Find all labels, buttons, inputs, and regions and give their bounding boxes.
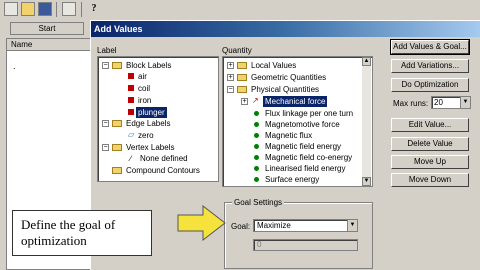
tree-item-geometric-quantities[interactable]: Geometric Quantities <box>251 72 326 83</box>
tree-item-magnetic-field-energy[interactable]: Magnetic field energy <box>265 141 341 152</box>
callout-box: Define the goal of optimization <box>12 210 152 256</box>
tree-item-local-values[interactable]: Local Values <box>251 60 296 71</box>
block-icon <box>128 73 134 79</box>
label-header: Label <box>97 46 117 55</box>
tree-item-magnetomotive-force[interactable]: Magnetomotive force <box>265 119 340 130</box>
copy-icon[interactable] <box>62 2 76 16</box>
add-values-goal-button[interactable]: Add Values & Goal... <box>390 39 470 55</box>
collapse-icon[interactable]: − <box>102 62 109 69</box>
quantity-dot-icon <box>254 177 259 182</box>
tree-item-edge-labels[interactable]: Edge Labels <box>126 118 170 129</box>
do-optimization-button[interactable]: Do Optimization <box>391 78 469 92</box>
delete-value-button[interactable]: Delete Value <box>391 137 469 151</box>
block-icon <box>128 97 134 103</box>
scroll-up-icon[interactable]: ▲ <box>362 57 371 66</box>
force-icon: ↗ <box>252 96 259 105</box>
collapse-icon[interactable]: − <box>102 120 109 127</box>
tree-item-linearised-field-energy[interactable]: Linearised field energy <box>265 163 346 174</box>
list-item[interactable]: . <box>13 61 16 71</box>
name-column-header[interactable]: Name <box>7 39 91 51</box>
tree-item-block-labels[interactable]: Block Labels <box>126 60 171 71</box>
help-icon[interactable]: ? <box>87 2 101 16</box>
toolbar-separator <box>56 2 57 17</box>
folder-icon <box>237 86 247 93</box>
expand-icon[interactable]: + <box>227 62 234 69</box>
expand-icon[interactable]: + <box>241 98 248 105</box>
open-folder-icon[interactable] <box>21 2 35 16</box>
dialog-title: Add Values <box>91 21 480 37</box>
folder-icon <box>237 74 247 81</box>
tree-item-physical-quantities[interactable]: Physical Quantities <box>251 84 319 95</box>
max-runs-label: Max runs: <box>393 99 429 108</box>
quantity-dot-icon <box>254 155 259 160</box>
goal-value-field[interactable]: 0 <box>253 239 358 251</box>
tree-item-iron[interactable]: iron <box>138 95 151 106</box>
scroll-down-icon[interactable]: ▼ <box>362 177 371 186</box>
tree-item-coil[interactable]: coil <box>138 83 150 94</box>
folder-icon <box>112 144 122 151</box>
tree-item-surface-energy[interactable]: Surface energy <box>265 174 319 185</box>
max-runs-value: 20 <box>434 98 443 107</box>
tree-item-flux-linkage[interactable]: Flux linkage per one turn <box>265 108 353 119</box>
add-variations-button[interactable]: Add Variations... <box>391 59 469 73</box>
toolbar-separator <box>81 2 82 17</box>
chevron-down-icon[interactable]: ▼ <box>347 220 357 231</box>
edit-value-button[interactable]: Edit Value... <box>391 118 469 132</box>
toolbar: ? <box>0 0 480 20</box>
save-icon[interactable] <box>38 2 52 16</box>
collapse-icon[interactable]: − <box>227 86 234 93</box>
quantity-dot-icon <box>254 144 259 149</box>
quantity-tree[interactable]: + Local Values + Geometric Quantities − … <box>222 56 373 187</box>
quantity-header: Quantity <box>222 46 252 55</box>
collapse-icon[interactable]: − <box>102 144 109 151</box>
tree-item-magnetic-field-coenergy[interactable]: Magnetic field co-energy <box>265 152 352 163</box>
folder-icon <box>112 167 122 174</box>
quantity-dot-icon <box>254 111 259 116</box>
tree-item-zero[interactable]: zero <box>138 130 154 141</box>
vertex-icon: ∕ <box>130 154 132 163</box>
move-down-button[interactable]: Move Down <box>391 173 469 187</box>
quantity-dot-icon <box>254 122 259 127</box>
tree-item-vertex-labels[interactable]: Vertex Labels <box>126 142 174 153</box>
tree-item-none-defined: None defined <box>140 154 188 163</box>
quantity-dot-icon <box>254 166 259 171</box>
goal-select[interactable]: Maximize ▼ <box>253 219 358 232</box>
label-tree[interactable]: − Block Labels air coil iron plunger − E… <box>97 56 219 182</box>
goal-settings-group <box>224 202 373 269</box>
quantity-dot-icon <box>254 133 259 138</box>
chevron-down-icon[interactable]: ▼ <box>460 97 470 108</box>
goal-value: Maximize <box>257 221 291 230</box>
quantity-scrollbar[interactable]: ▲ ▼ <box>362 57 371 186</box>
folder-icon <box>237 62 247 69</box>
tree-item-magnetic-flux[interactable]: Magnetic flux <box>265 130 312 141</box>
goal-label: Goal: <box>231 222 251 231</box>
tree-item-mechanical-force[interactable]: Mechanical force <box>263 96 328 107</box>
move-up-button[interactable]: Move Up <box>391 155 469 169</box>
right-arrow-icon <box>177 205 226 241</box>
goal-settings-title: Goal Settings <box>232 198 285 207</box>
tree-item-plunger[interactable]: plunger <box>136 107 167 118</box>
edge-icon: ▱ <box>128 130 135 139</box>
block-icon <box>128 109 134 115</box>
new-file-icon[interactable] <box>4 2 18 16</box>
expand-icon[interactable]: + <box>227 74 234 81</box>
folder-icon <box>112 120 122 127</box>
start-button[interactable]: Start <box>10 22 84 35</box>
max-runs-select[interactable]: 20 ▼ <box>431 96 471 109</box>
tree-item-compound-contours[interactable]: Compound Contours <box>126 165 200 176</box>
tree-item-air[interactable]: air <box>138 71 147 82</box>
folder-icon <box>112 62 122 69</box>
block-icon <box>128 85 134 91</box>
